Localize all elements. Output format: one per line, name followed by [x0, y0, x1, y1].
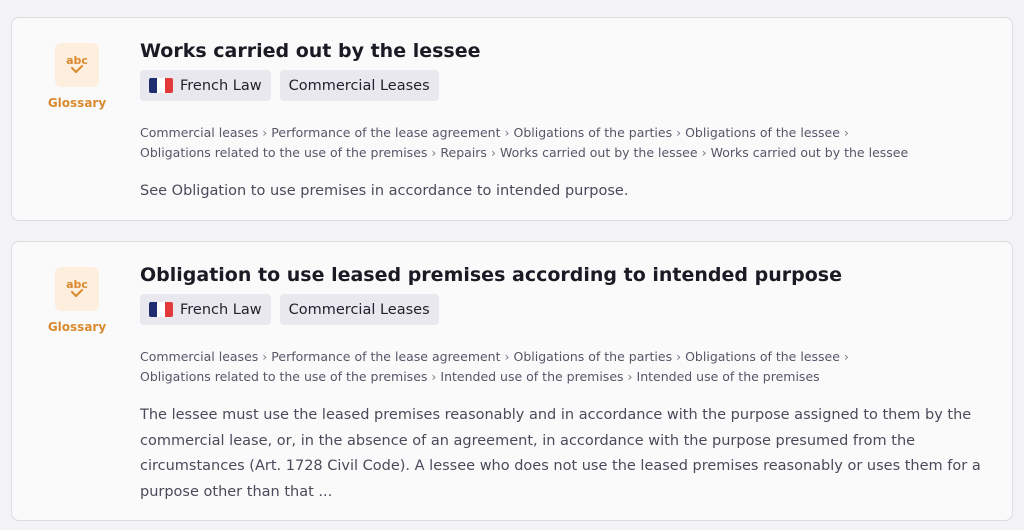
breadcrumb-item[interactable]: Intended use of the premises — [637, 369, 820, 384]
tag-label: Commercial Leases — [288, 301, 430, 318]
abc-glossary-icon: abc — [55, 43, 99, 87]
type-badge: abc Glossary — [44, 267, 110, 334]
result-card[interactable]: abc Glossary Works carried out by the le… — [11, 17, 1013, 221]
tag-label: French Law — [180, 77, 262, 94]
result-excerpt: See Obligation to use premises in accord… — [140, 183, 629, 199]
svg-text:abc: abc — [66, 278, 88, 291]
breadcrumb-item[interactable]: Works carried out by the lessee — [500, 145, 698, 160]
breadcrumb-separator: › — [676, 125, 682, 140]
breadcrumb-line: Obligations related to the use of the pr… — [140, 143, 992, 163]
tag-label: French Law — [180, 301, 262, 318]
breadcrumb-separator: › — [431, 145, 437, 160]
svg-text:abc: abc — [66, 54, 88, 67]
breadcrumb-separator: › — [431, 369, 437, 384]
breadcrumb-item[interactable]: Obligations of the lessee — [685, 125, 840, 140]
breadcrumb: Commercial leases › Performance of the lea… — [140, 347, 992, 387]
breadcrumb-separator: › — [676, 349, 682, 364]
result-content: Works carried out by the lessee French L… — [140, 38, 992, 205]
tag-label: Commercial Leases — [288, 77, 430, 94]
result-excerpt: The lessee must use the leased premises … — [140, 407, 981, 500]
breadcrumb-line: Obligations related to the use of the pr… — [140, 367, 992, 387]
breadcrumb-item[interactable]: Works carried out by the lessee — [711, 145, 909, 160]
tag-french-law[interactable]: French Law — [140, 294, 271, 325]
tag-list: French Law Commercial Leases — [140, 294, 992, 325]
breadcrumb-item[interactable]: Obligations of the parties — [514, 125, 673, 140]
breadcrumb-item[interactable]: Commercial leases — [140, 125, 258, 140]
abc-glossary-icon: abc — [55, 267, 99, 311]
type-badge: abc Glossary — [44, 43, 110, 110]
breadcrumb-item[interactable]: Obligations of the parties — [514, 349, 673, 364]
breadcrumb-item[interactable]: Repairs — [440, 145, 487, 160]
breadcrumb-separator: › — [504, 125, 510, 140]
breadcrumb-separator: › — [701, 145, 707, 160]
breadcrumb-separator: › — [627, 369, 633, 384]
breadcrumb-item[interactable]: Obligations related to the use of the pr… — [140, 145, 427, 160]
breadcrumb-separator: › — [262, 349, 268, 364]
type-label: Glossary — [47, 320, 107, 334]
result-title[interactable]: Obligation to use leased premises accord… — [140, 262, 992, 288]
tag-commercial-leases[interactable]: Commercial Leases — [279, 70, 439, 101]
breadcrumb-item[interactable]: Commercial leases — [140, 349, 258, 364]
breadcrumb-separator: › — [504, 349, 510, 364]
breadcrumb-line: Commercial leases › Performance of the lea… — [140, 123, 992, 143]
breadcrumb-item[interactable]: Performance of the lease agreement — [271, 125, 500, 140]
type-label: Glossary — [47, 96, 107, 110]
breadcrumb-item[interactable]: Obligations of the lessee — [685, 349, 840, 364]
breadcrumb-separator: › — [843, 349, 849, 364]
search-results: abc Glossary Works carried out by the le… — [0, 0, 1024, 530]
breadcrumb-separator: › — [843, 125, 849, 140]
french-flag-icon — [149, 302, 173, 317]
breadcrumb-item[interactable]: Obligations related to the use of the pr… — [140, 369, 427, 384]
french-flag-icon — [149, 78, 173, 93]
tag-list: French Law Commercial Leases — [140, 70, 992, 101]
tag-french-law[interactable]: French Law — [140, 70, 271, 101]
breadcrumb-item[interactable]: Intended use of the premises — [440, 369, 623, 384]
result-card[interactable]: abc Glossary Obligation to use leased pr… — [11, 241, 1013, 521]
breadcrumb-separator: › — [490, 145, 496, 160]
breadcrumb-separator: › — [262, 125, 268, 140]
result-content: Obligation to use leased premises accord… — [140, 262, 992, 505]
breadcrumb: Commercial leases › Performance of the lea… — [140, 123, 992, 163]
tag-commercial-leases[interactable]: Commercial Leases — [279, 294, 439, 325]
breadcrumb-item[interactable]: Performance of the lease agreement — [271, 349, 500, 364]
breadcrumb-line: Commercial leases › Performance of the lea… — [140, 347, 992, 367]
result-title[interactable]: Works carried out by the lessee — [140, 38, 992, 64]
